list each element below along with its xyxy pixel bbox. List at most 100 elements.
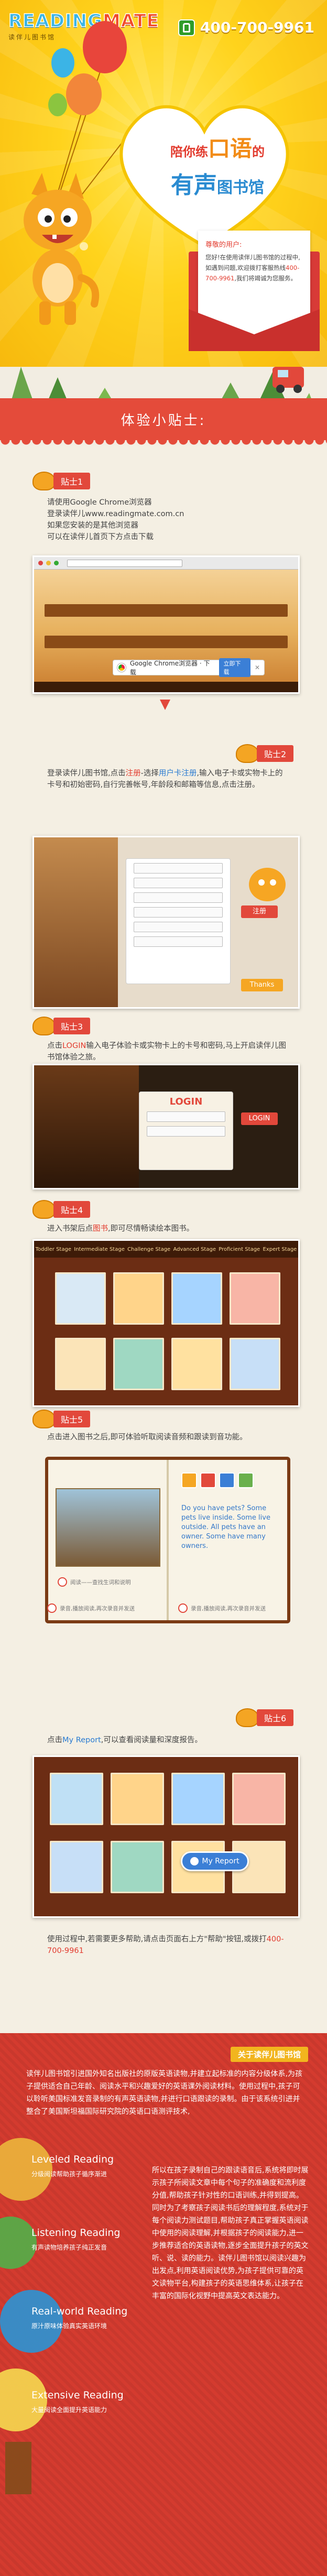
book-item[interactable]	[230, 1272, 280, 1325]
about-section: 关于读伴儿图书馆 读伴儿图书馆引进国外知名出版社的原版英语读物,并建立起标准的内…	[0, 2033, 327, 2576]
card-number-field[interactable]	[134, 863, 223, 874]
book-item[interactable]	[113, 1338, 164, 1390]
step-2-text-blue: 用户卡注册	[158, 769, 197, 778]
book-item[interactable]	[50, 1841, 103, 1893]
chrome-logo-icon	[117, 663, 126, 672]
chrome-download-bar: Google Chrome浏览器 · 下载 立即下载 ✕	[113, 658, 265, 677]
level-4-name: Extensive Reading	[31, 2389, 124, 2401]
book-item[interactable]	[111, 1773, 164, 1825]
address-bar[interactable]	[67, 559, 182, 567]
step-4-text-pre: 进入书架后点	[47, 1225, 93, 1233]
login-password-field[interactable]	[147, 1126, 225, 1137]
chrome-download-button[interactable]: 立即下载	[219, 658, 250, 677]
record-icon[interactable]	[200, 1472, 216, 1488]
arrow-down-icon	[160, 700, 170, 710]
send-icon[interactable]	[238, 1472, 254, 1488]
tab-stage-5[interactable]: Proficient Stage	[219, 1247, 260, 1252]
tab-stage-3[interactable]: Challenge Stage	[127, 1247, 170, 1252]
level-4-sub: 大量阅读全面提升英语能力	[31, 2406, 107, 2414]
password-field[interactable]	[134, 878, 223, 888]
step-3-text: 点击LOGIN输入电子体验卡或实物卡上的卡号和密码,马上开启读伴儿图书馆体验之旅…	[47, 1040, 288, 1063]
envelope-card: 尊敬的用户: 您好!在使用读伴儿图书馆的过程中,如遇到问题,欢迎拨打客服热线40…	[189, 231, 320, 351]
play-icon[interactable]	[219, 1472, 235, 1488]
stage-tabs: Toddler Stage Intermediate Stage Challen…	[34, 1241, 298, 1258]
step-3-badge: 贴士3	[32, 1017, 91, 1035]
headline-line1-big: 口语	[208, 136, 252, 161]
login-card-field[interactable]	[147, 1111, 225, 1122]
level-2-sub: 有声读物培养孩子纯正发音	[31, 2244, 107, 2251]
step-4-text: 进入书架后点图书,即可尽情畅读绘本图书。	[47, 1223, 288, 1235]
headline-line1-post: 的	[252, 145, 265, 159]
login-button[interactable]: LOGIN	[241, 1112, 278, 1125]
book-item[interactable]	[171, 1272, 222, 1325]
confirm-field[interactable]	[134, 936, 223, 947]
step-1-screenshot: Google Chrome浏览器 · 下载 立即下载 ✕	[32, 555, 300, 694]
site-footer-strip	[34, 682, 298, 692]
step-6-badge: 贴士6	[236, 1708, 294, 1727]
step-6-screenshot: My Report	[32, 1755, 300, 1918]
book-item[interactable]	[55, 1272, 106, 1325]
tab-stage-2[interactable]: Intermediate Stage	[74, 1247, 125, 1252]
step-4-screenshot: Toddler Stage Intermediate Stage Challen…	[32, 1239, 300, 1407]
step-2-text-red: 注册	[125, 769, 141, 778]
step-1-label: 贴士1	[53, 473, 91, 489]
step-6-label: 贴士6	[257, 1709, 294, 1726]
my-report-button[interactable]: My Report	[181, 1851, 249, 1871]
register-button[interactable]: 注册	[241, 905, 278, 918]
tips-banner: 体验小贴士:	[0, 398, 327, 445]
step-5-screenshot: Do you have pets? Some pets live inside.…	[26, 1446, 309, 1630]
email-field[interactable]	[134, 922, 223, 932]
level-2-name: Listening Reading	[31, 2227, 121, 2239]
bookshelf-row-2	[50, 1841, 286, 1893]
book-item[interactable]	[111, 1841, 164, 1893]
step-1-line-1: 请使用Google Chrome浏览器	[47, 498, 152, 507]
book-item[interactable]	[50, 1773, 103, 1825]
level-3-sub: 原汁原味体验真实英语环境	[31, 2322, 107, 2330]
step-1-text: 请使用Google Chrome浏览器 登录读伴儿www.readingmate…	[47, 497, 293, 543]
level-1-sub: 分级阅读帮助孩子循序渐进	[31, 2170, 107, 2178]
step-1-line-4: 可以在读伴儿首页下方点击下载	[47, 533, 154, 541]
bookshelf-row-1	[55, 1272, 280, 1325]
step-2-badge: 贴士2	[236, 744, 294, 763]
listen-icon[interactable]	[181, 1472, 197, 1488]
step-5-text: 点击进入图书之后,即可体验听取阅读音频和跟读到音功能。	[47, 1433, 247, 1442]
mascot-illustration	[24, 173, 100, 325]
step-4-text-post: ,即可尽情畅读绘本图书。	[108, 1225, 194, 1233]
book-item[interactable]	[232, 1773, 286, 1825]
page: READINGMATE 读伴儿图书馆 400-700-9961 陪你练口语的 有…	[0, 0, 327, 2576]
about-paragraph-2: 所以在孩子录制自己的跟读语音后,系统将即时展示孩子所阅读文章中每个句子的准确度和…	[152, 2166, 309, 2300]
login-form: LOGIN	[139, 1091, 233, 1170]
shelf-image	[34, 837, 118, 1007]
step-6-text-blue: My Report	[62, 1736, 101, 1744]
step-4-text-red: 图书	[93, 1225, 108, 1233]
cat-icon	[32, 472, 56, 490]
notice-body-post: ,我们将竭诚为您服务。	[234, 275, 297, 282]
step-2-text-mid: -选择	[140, 769, 159, 778]
book-item[interactable]	[171, 1338, 222, 1390]
nickname-field[interactable]	[134, 892, 223, 903]
tab-stage-1[interactable]: Toddler Stage	[36, 1247, 71, 1252]
headline-line1-pre: 陪你练	[170, 145, 208, 159]
note-2: 录音,播放阅读,再次录音并发送	[47, 1603, 135, 1613]
cat-icon	[236, 744, 259, 763]
step-3-screenshot: LOGIN LOGIN	[32, 1064, 300, 1189]
help-text-pre: 使用过程中,若需要更多帮助,请点击页面右上方"帮助"按钮,或拨打	[47, 1935, 267, 1944]
book-item[interactable]	[113, 1272, 164, 1325]
tab-stage-6[interactable]: Expert Stage	[263, 1247, 297, 1252]
tab-stage-4[interactable]: Advanced Stage	[173, 1247, 216, 1252]
book-illustration	[56, 1488, 160, 1567]
step-2-text: 登录读伴儿图书馆,点击注册-选择用户卡注册,输入电子卡或实物卡上的卡号和初始密码…	[47, 768, 288, 791]
book-item[interactable]	[55, 1338, 106, 1390]
chrome-bar-text: Google Chrome浏览器 · 下载	[129, 660, 210, 676]
thanks-button[interactable]: Thanks	[241, 979, 283, 991]
about-tag: 关于读伴儿图书馆	[230, 2047, 308, 2062]
close-icon[interactable]: ✕	[255, 664, 260, 671]
step-5-badge: 贴士5	[32, 1410, 91, 1428]
report-icon	[190, 1857, 199, 1865]
book-item[interactable]	[171, 1773, 225, 1825]
book-item[interactable]	[230, 1338, 280, 1390]
step-6-text-pre: 点击	[47, 1736, 62, 1744]
age-field[interactable]	[134, 907, 223, 918]
notice-greeting: 尊敬的用户:	[205, 241, 242, 249]
login-title: LOGIN	[169, 1096, 203, 1107]
